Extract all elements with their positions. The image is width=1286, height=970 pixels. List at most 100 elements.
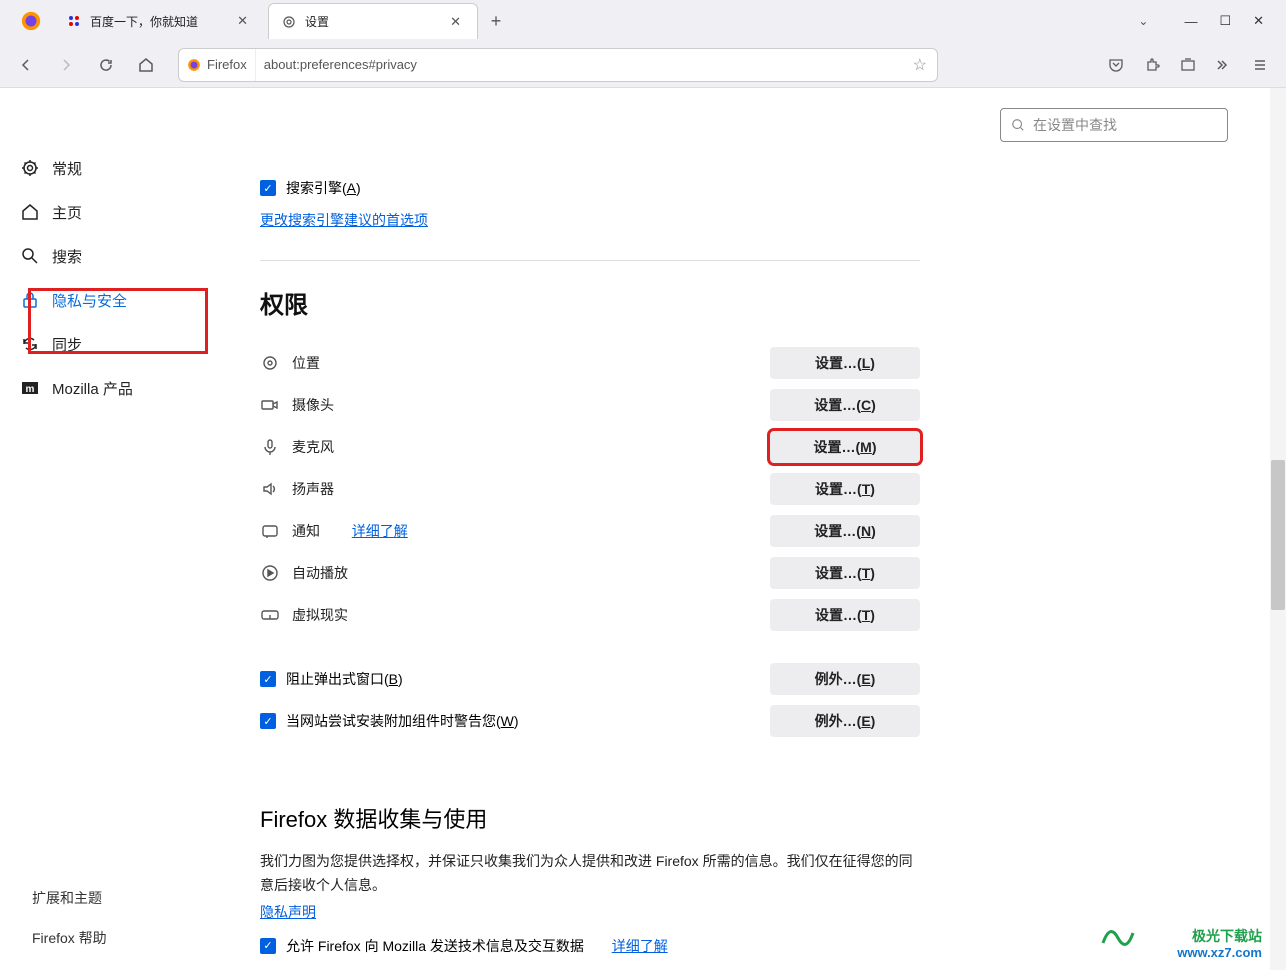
divider [260,260,920,261]
watermark-logo-icon [1098,918,1138,958]
section-data-collection: Firefox 数据收集与使用 我们力图为您提供选择权，并保证只收集我们为众人提… [260,802,920,956]
sidebar-item-label: 搜索 [52,246,82,267]
url-identity[interactable]: Firefox [179,49,256,81]
preferences-page: 常规 主页 搜索 隐私与安全 同步 m Mozilla 产品 扩展和主题 [0,88,1286,970]
data-collection-text: 我们力图为您提供选择权，并保证只收集我们为众人提供和改进 Firefox 所需的… [260,850,920,898]
sidebar-item-privacy[interactable]: 隐私与安全 [0,278,210,322]
perm-label: 摄像头 [292,395,334,415]
pocket-icon[interactable] [1100,49,1132,81]
telemetry-learn-more-link[interactable]: 详细了解 [612,936,668,956]
close-icon[interactable]: ✕ [233,11,252,31]
window-controls: — ☐ ✕ [1162,0,1286,42]
checkbox-label: 阻止弹出式窗口(B) [286,669,403,689]
microphone-icon [260,437,280,457]
watermark-name: 极光下载站 [1177,927,1262,945]
perm-row-microphone: 麦克风 设置…(M) [260,426,920,468]
perm-row-location: 位置 设置…(L) [260,342,920,384]
watermark-url: www.xz7.com [1177,945,1262,962]
checkbox-search-engine[interactable]: ✓ 搜索引擎(A) [260,178,920,198]
sidebar-item-sync[interactable]: 同步 [0,322,210,366]
checkbox-block-popup[interactable]: ✓ 阻止弹出式窗口(B) [260,669,403,689]
home-button[interactable] [130,49,162,81]
checkbox-checked-icon: ✓ [260,671,276,687]
popup-exceptions-button[interactable]: 例外…(E) [770,663,920,695]
close-window-button[interactable]: ✕ [1253,13,1264,29]
privacy-notice-link[interactable]: 隐私声明 [260,904,316,920]
home-icon [20,202,40,222]
search-icon [1011,118,1025,132]
camera-settings-button[interactable]: 设置…(C) [770,389,920,421]
checkbox-checked-icon: ✓ [260,713,276,729]
app-menu-icon[interactable] [1244,49,1276,81]
notification-settings-button[interactable]: 设置…(N) [770,515,920,547]
close-icon[interactable]: ✕ [446,12,465,32]
forward-button[interactable] [50,49,82,81]
sidebar-item-label: 扩展和主题 [32,888,102,908]
sidebar-item-label: 常规 [52,158,82,179]
tab-settings[interactable]: 设置 ✕ [268,3,478,39]
autoplay-settings-button[interactable]: 设置…(T) [770,557,920,589]
sidebar-item-help[interactable]: Firefox 帮助 [0,918,210,958]
sync-icon [20,334,40,354]
tabs-dropdown-button[interactable]: ⌄ [1138,14,1148,28]
settings-search-input[interactable]: 在设置中查找 [1000,108,1228,142]
section-permissions-title: 权限 [260,285,920,320]
watermark: 极光下载站 www.xz7.com [1177,927,1262,962]
perm-label: 自动播放 [292,563,348,583]
gear-icon [281,14,297,30]
url-bar[interactable]: Firefox about:preferences#privacy ☆ [178,48,938,82]
sidebar-item-search[interactable]: 搜索 [0,234,210,278]
overflow-icon[interactable] [1208,49,1240,81]
checkbox-label: 当网站尝试安装附加组件时警告您(W) [286,711,519,731]
perm-row-speaker: 扬声器 设置…(T) [260,468,920,510]
tab-baidu[interactable]: 百度一下，你就知道 ✕ [54,3,264,39]
settings-main: 在设置中查找 ✓ 搜索引擎(A) 更改搜索引擎建议的首选项 权限 位置 设置…(… [210,88,1286,970]
checkbox-checked-icon: ✓ [260,938,276,954]
bookmark-star-icon[interactable]: ☆ [903,55,937,75]
maximize-button[interactable]: ☐ [1219,13,1231,29]
checkbox-telemetry[interactable]: ✓ 允许 Firefox 向 Mozilla 发送技术信息及交互数据 详细了解 [260,936,920,956]
location-icon [260,353,280,373]
baidu-favicon-icon [66,13,82,29]
sidebar-item-home[interactable]: 主页 [0,190,210,234]
sidebar-item-label: 同步 [52,334,82,355]
notification-learn-more-link[interactable]: 详细了解 [352,521,408,541]
svg-text:m: m [26,384,35,395]
checkbox-addon-warn[interactable]: ✓ 当网站尝试安装附加组件时警告您(W) [260,711,519,731]
sidebar-item-label: Mozilla 产品 [52,378,133,399]
sidebar-item-label: 隐私与安全 [52,290,127,311]
sidebar-item-general[interactable]: 常规 [0,146,210,190]
notification-icon [260,521,280,541]
speaker-settings-button[interactable]: 设置…(T) [770,473,920,505]
minimize-button[interactable]: — [1184,14,1197,29]
sidebar-item-mozilla[interactable]: m Mozilla 产品 [0,366,210,410]
perm-row-camera: 摄像头 设置…(C) [260,384,920,426]
addon-exceptions-button[interactable]: 例外…(E) [770,705,920,737]
reload-button[interactable] [90,49,122,81]
new-tab-button[interactable]: + [480,5,512,37]
sidebar-item-extensions[interactable]: 扩展和主题 [0,878,210,918]
section-data-title: Firefox 数据收集与使用 [260,802,920,834]
back-button[interactable] [10,49,42,81]
screenshot-icon[interactable] [1172,49,1204,81]
perm-row-autoplay: 自动播放 设置…(T) [260,552,920,594]
autoplay-icon [260,563,280,583]
search-placeholder: 在设置中查找 [1033,115,1117,135]
gear-icon [20,158,40,178]
perm-label: 扬声器 [292,479,334,499]
lock-icon [20,290,40,310]
microphone-settings-button[interactable]: 设置…(M) [770,431,920,463]
search-prefs-link[interactable]: 更改搜索引擎建议的首选项 [260,212,428,228]
sidebar-item-label: 主页 [52,202,82,223]
vr-settings-button[interactable]: 设置…(T) [770,599,920,631]
location-settings-button[interactable]: 设置…(L) [770,347,920,379]
tab-strip: 百度一下，你就知道 ✕ 设置 ✕ + [52,0,1138,42]
sidebar-item-label: Firefox 帮助 [32,928,107,948]
mozilla-icon: m [20,378,40,398]
perm-row-popup: ✓ 阻止弹出式窗口(B) 例外…(E) [260,658,920,700]
tab-title: 设置 [305,13,329,30]
checkbox-label: 搜索引擎(A) [286,178,361,198]
extensions-icon[interactable] [1136,49,1168,81]
firefox-logo-icon [187,58,201,72]
url-address: about:preferences#privacy [256,57,903,72]
